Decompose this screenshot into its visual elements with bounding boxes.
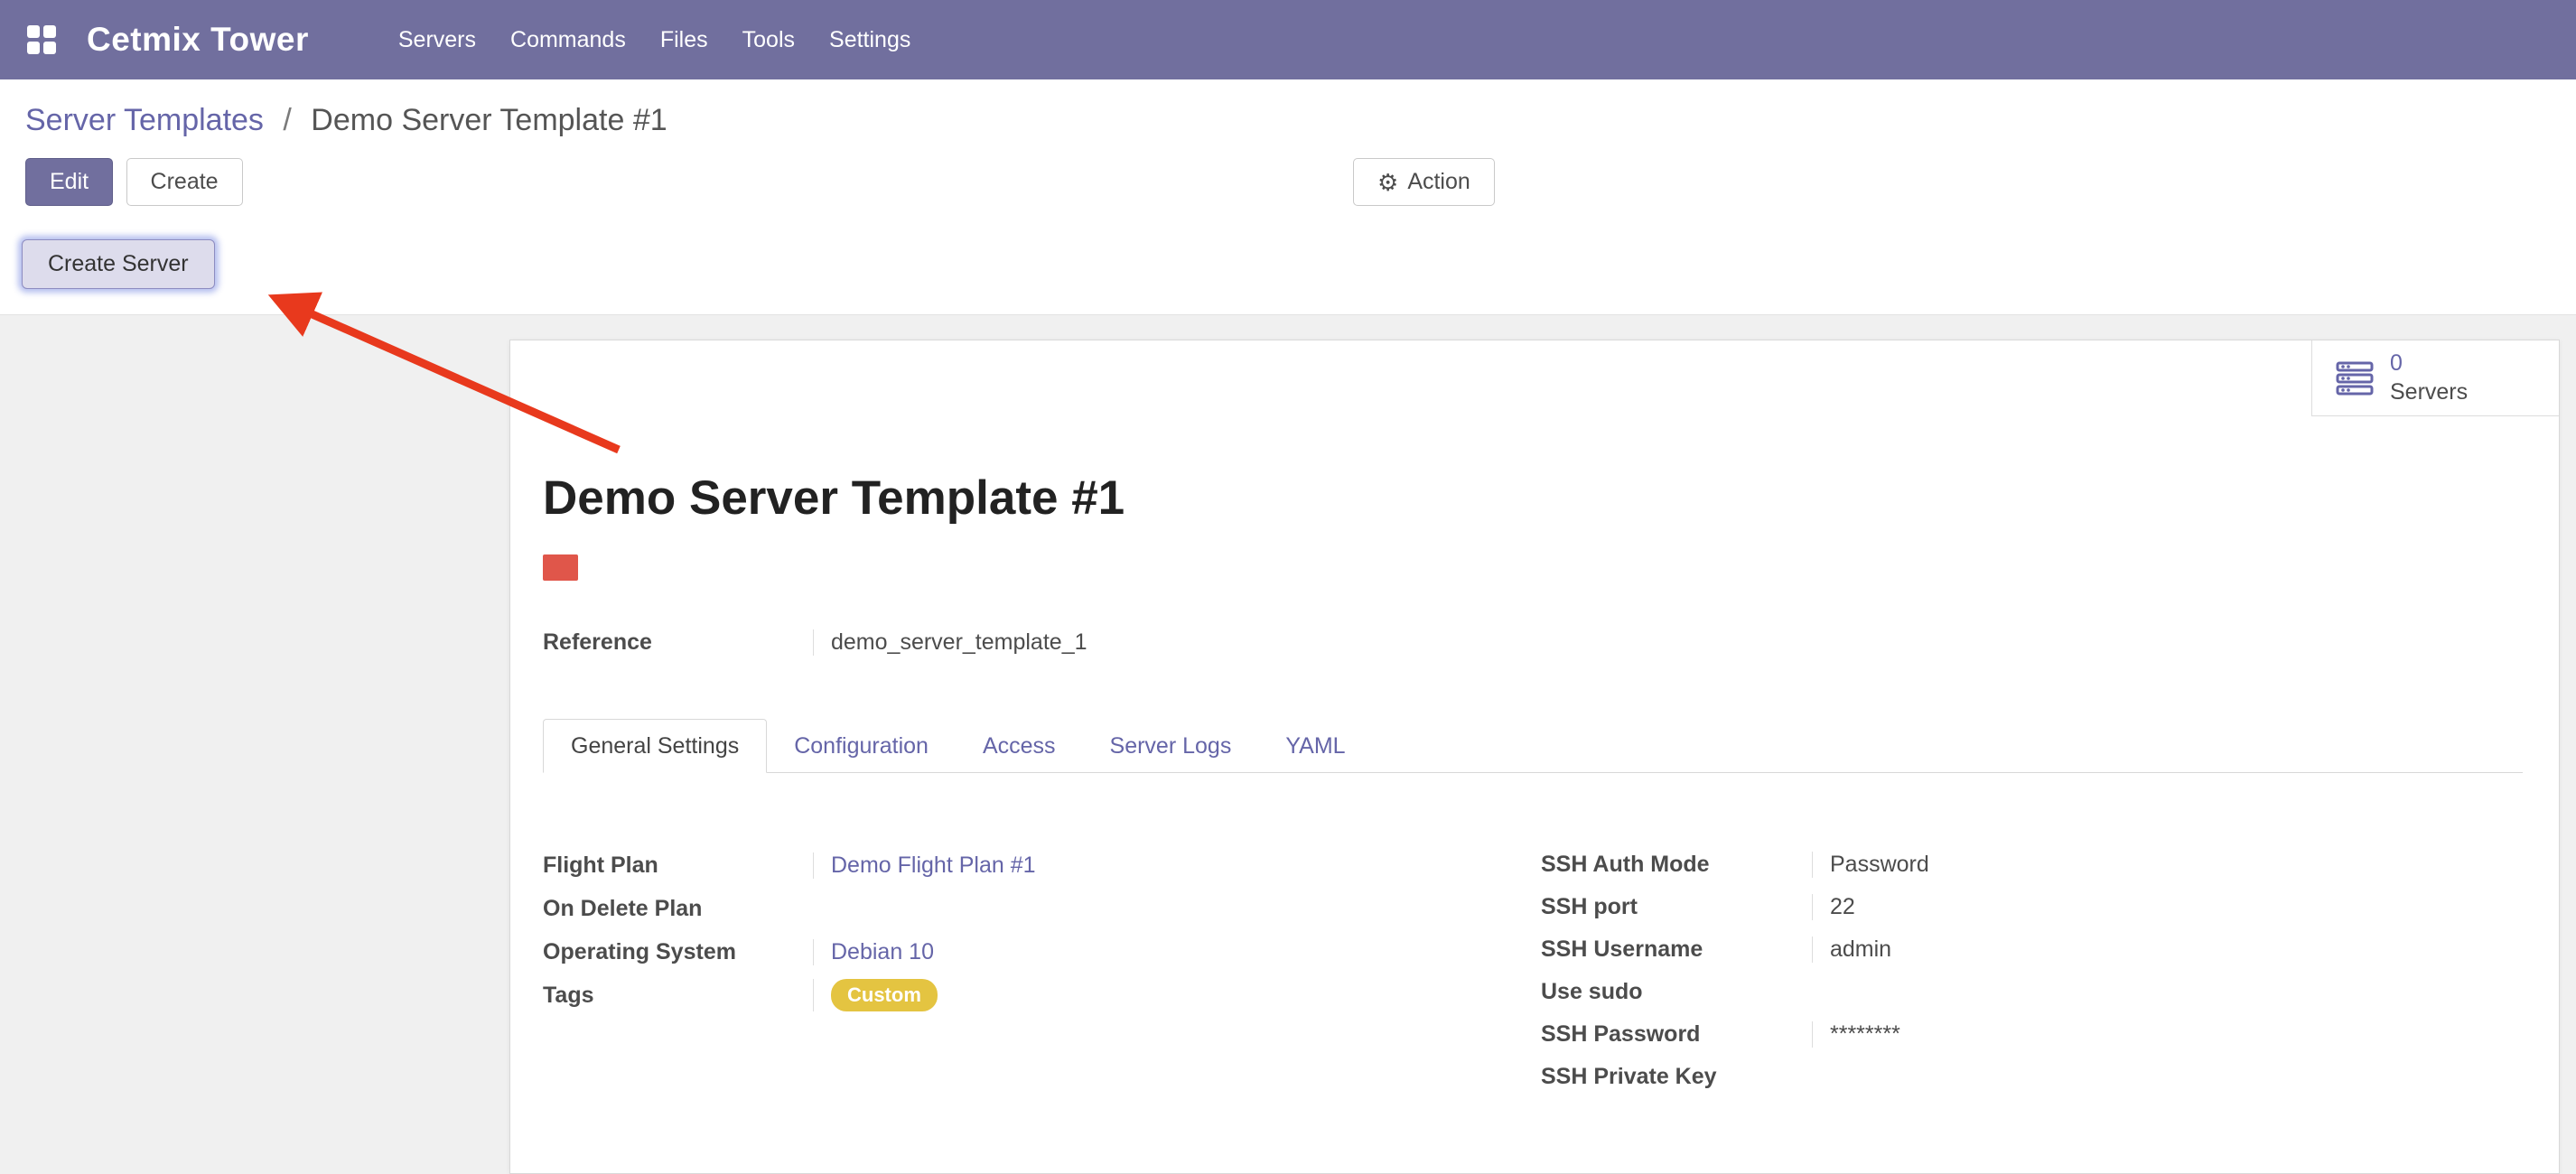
edit-button[interactable]: Edit — [25, 158, 113, 206]
menu-tools[interactable]: Tools — [725, 0, 812, 79]
color-swatch — [543, 554, 578, 581]
reference-field-row: Reference demo_server_template_1 — [543, 629, 2523, 656]
action-button-label: Action — [1407, 169, 1470, 195]
main-menu: Servers Commands Files Tools Settings — [381, 0, 928, 79]
menu-servers[interactable]: Servers — [381, 0, 493, 79]
field-value-operating-system: Debian 10 — [813, 939, 1192, 965]
field-value-tags: Custom — [813, 979, 1192, 1012]
field-value-ssh-port: 22 — [1812, 894, 2155, 920]
stat-text: 0 Servers — [2390, 349, 2468, 406]
app-brand[interactable]: Cetmix Tower — [87, 21, 309, 59]
field-label-ssh-auth-mode: SSH Auth Mode — [1541, 852, 1812, 878]
tab-configuration[interactable]: Configuration — [767, 719, 956, 773]
menu-settings[interactable]: Settings — [812, 0, 928, 79]
menu-commands[interactable]: Commands — [493, 0, 643, 79]
action-button[interactable]: ⚙ Action — [1353, 158, 1495, 206]
apps-menu-icon[interactable] — [27, 25, 56, 54]
gear-icon: ⚙ — [1377, 171, 1398, 194]
tab-yaml[interactable]: YAML — [1258, 719, 1372, 773]
servers-stat-button[interactable]: 0 Servers — [2311, 340, 2559, 416]
tab-access[interactable]: Access — [956, 719, 1083, 773]
content-area: 0 Servers Demo Server Template #1 Refere… — [0, 315, 2576, 1174]
tag-badge-custom: Custom — [831, 979, 938, 1012]
tab-general-settings[interactable]: General Settings — [543, 719, 767, 773]
field-label-operating-system: Operating System — [543, 939, 813, 965]
field-label-ssh-password: SSH Password — [1541, 1021, 1812, 1048]
field-value-ssh-username: admin — [1812, 936, 2155, 963]
stat-label: Servers — [2390, 378, 2468, 406]
field-label-flight-plan: Flight Plan — [543, 853, 813, 879]
field-label-use-sudo: Use sudo — [1541, 979, 1812, 1005]
field-label-ssh-port: SSH port — [1541, 894, 1812, 920]
field-label-ssh-private-key: SSH Private Key — [1541, 1064, 1812, 1090]
field-label-on-delete-plan: On Delete Plan — [543, 896, 813, 922]
breadcrumb-parent-link[interactable]: Server Templates — [25, 103, 264, 137]
stat-value: 0 — [2390, 349, 2468, 377]
record-title: Demo Server Template #1 — [543, 471, 2523, 526]
tab-server-logs[interactable]: Server Logs — [1083, 719, 1259, 773]
control-button-row: Edit Create ⚙ Action — [0, 158, 2576, 212]
sheet-body: Demo Server Template #1 Reference demo_s… — [510, 471, 2559, 1098]
general-settings-fields: Flight Plan Demo Flight Plan #1 On Delet… — [543, 843, 2523, 1098]
button-box-row: 0 Servers — [510, 340, 2559, 416]
form-statusbar: Create Server — [0, 239, 2576, 315]
field-label-ssh-username: SSH Username — [1541, 936, 1812, 963]
breadcrumb-separator: / — [283, 103, 291, 137]
menu-files[interactable]: Files — [643, 0, 725, 79]
create-server-button[interactable]: Create Server — [22, 239, 215, 289]
field-value-ssh-auth-mode: Password — [1812, 852, 2155, 878]
breadcrumb: Server Templates / Demo Server Template … — [0, 79, 2576, 138]
field-value-flight-plan: Demo Flight Plan #1 — [813, 853, 1192, 879]
field-label-tags: Tags — [543, 983, 813, 1009]
create-button[interactable]: Create — [126, 158, 243, 206]
breadcrumb-current: Demo Server Template #1 — [311, 103, 667, 137]
operating-system-link[interactable]: Debian 10 — [831, 939, 934, 964]
left-field-group: Flight Plan Demo Flight Plan #1 On Delet… — [543, 843, 1541, 1098]
servers-icon — [2336, 360, 2374, 396]
field-value-ssh-password: ******** — [1812, 1021, 2155, 1048]
right-field-group: SSH Auth Mode Password SSH port 22 SSH U… — [1541, 843, 2155, 1098]
form-sheet: 0 Servers Demo Server Template #1 Refere… — [509, 340, 2560, 1174]
top-navbar: Cetmix Tower Servers Commands Files Tool… — [0, 0, 2576, 79]
reference-value: demo_server_template_1 — [813, 629, 2523, 656]
flight-plan-link[interactable]: Demo Flight Plan #1 — [831, 853, 1036, 878]
reference-label: Reference — [543, 629, 813, 656]
notebook-tabs: General Settings Configuration Access Se… — [543, 719, 2523, 773]
